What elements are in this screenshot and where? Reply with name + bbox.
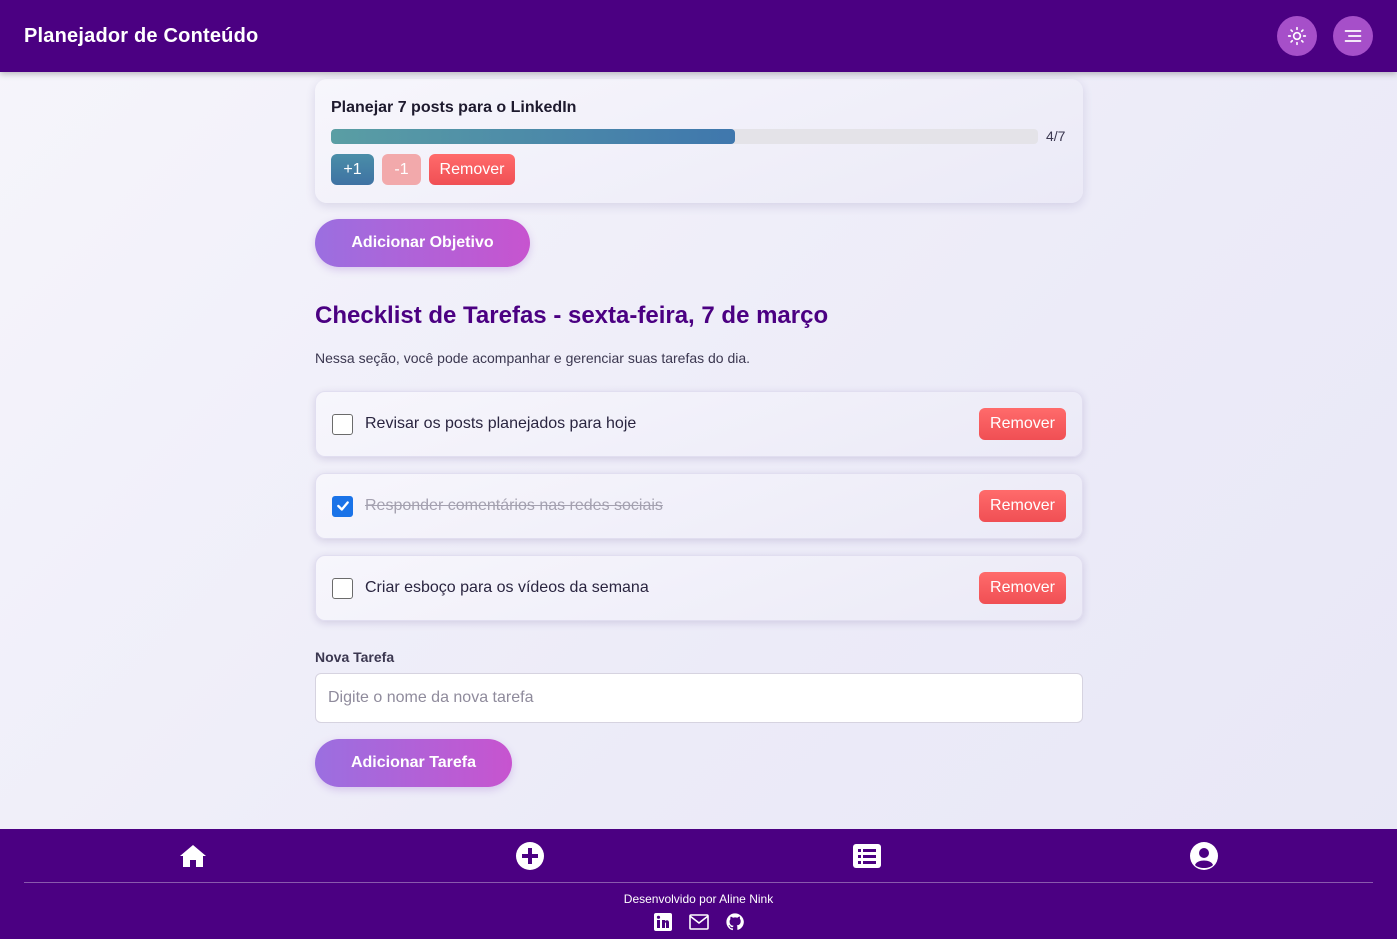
task-item: Criar esboço para os vídeos da semana Re… <box>315 555 1083 621</box>
linkedin-icon[interactable] <box>653 912 673 932</box>
goal-card: Planejar 7 posts para o LinkedIn 4/7 +1 … <box>315 79 1083 203</box>
task-item: Revisar os posts planejados para hoje Re… <box>315 391 1083 457</box>
new-task-label: Nova Tarefa <box>315 649 395 665</box>
goal-progress: 4/7 <box>331 128 1067 144</box>
goal-buttons: +1 -1 Remover <box>331 154 1067 185</box>
task-text: Responder comentários nas redes sociais <box>365 497 663 514</box>
decrement-button[interactable]: -1 <box>382 154 421 185</box>
remove-task-button[interactable]: Remover <box>979 490 1066 522</box>
progress-fill <box>331 128 735 144</box>
progress-track <box>331 128 1038 144</box>
app-title: Planejador de Conteúdo <box>24 24 259 47</box>
bottom-nav <box>0 829 1397 883</box>
list-icon[interactable] <box>852 842 882 870</box>
footer-credit: Desenvolvido por Aline Nink <box>623 892 774 906</box>
sun-icon <box>1287 26 1307 46</box>
remove-task-button[interactable]: Remover <box>979 572 1066 604</box>
increment-button[interactable]: +1 <box>331 154 374 185</box>
home-icon[interactable] <box>178 842 208 870</box>
mail-icon[interactable] <box>688 912 709 932</box>
task-checkbox[interactable] <box>332 495 353 517</box>
menu-button[interactable] <box>1333 16 1373 56</box>
header-actions <box>1277 16 1373 56</box>
top-bar: Planejador de Conteúdo <box>0 0 1397 72</box>
footer: Desenvolvido por Aline Nink <box>0 829 1397 939</box>
checklist-description: Nessa seção, você pode acompanhar e gere… <box>315 350 751 366</box>
add-task-button[interactable]: Adicionar Tarefa <box>315 739 512 787</box>
user-circle-icon[interactable] <box>1189 842 1219 870</box>
remove-goal-button[interactable]: Remover <box>429 154 515 185</box>
task-text: Revisar os posts planejados para hoje <box>365 415 637 432</box>
goal-title: Planejar 7 posts para o LinkedIn <box>331 99 577 116</box>
add-circle-icon[interactable] <box>515 842 545 870</box>
footer-divider <box>24 882 1373 883</box>
progress-label: 4/7 <box>1046 128 1066 144</box>
task-checkbox[interactable] <box>332 413 353 435</box>
new-task-input[interactable] <box>315 673 1083 723</box>
task-item: Responder comentários nas redes sociais … <box>315 473 1083 539</box>
github-icon[interactable] <box>725 912 745 932</box>
add-goal-button[interactable]: Adicionar Objetivo <box>315 219 530 267</box>
checklist-title: Checklist de Tarefas - sexta-feira, 7 de… <box>315 302 829 329</box>
task-text: Criar esboço para os vídeos da semana <box>365 579 649 596</box>
task-checkbox[interactable] <box>332 577 353 599</box>
remove-task-button[interactable]: Remover <box>979 408 1066 440</box>
theme-toggle-button[interactable] <box>1277 16 1317 56</box>
menu-icon <box>1344 30 1362 42</box>
social-links <box>0 912 1397 932</box>
check-icon <box>336 501 349 511</box>
